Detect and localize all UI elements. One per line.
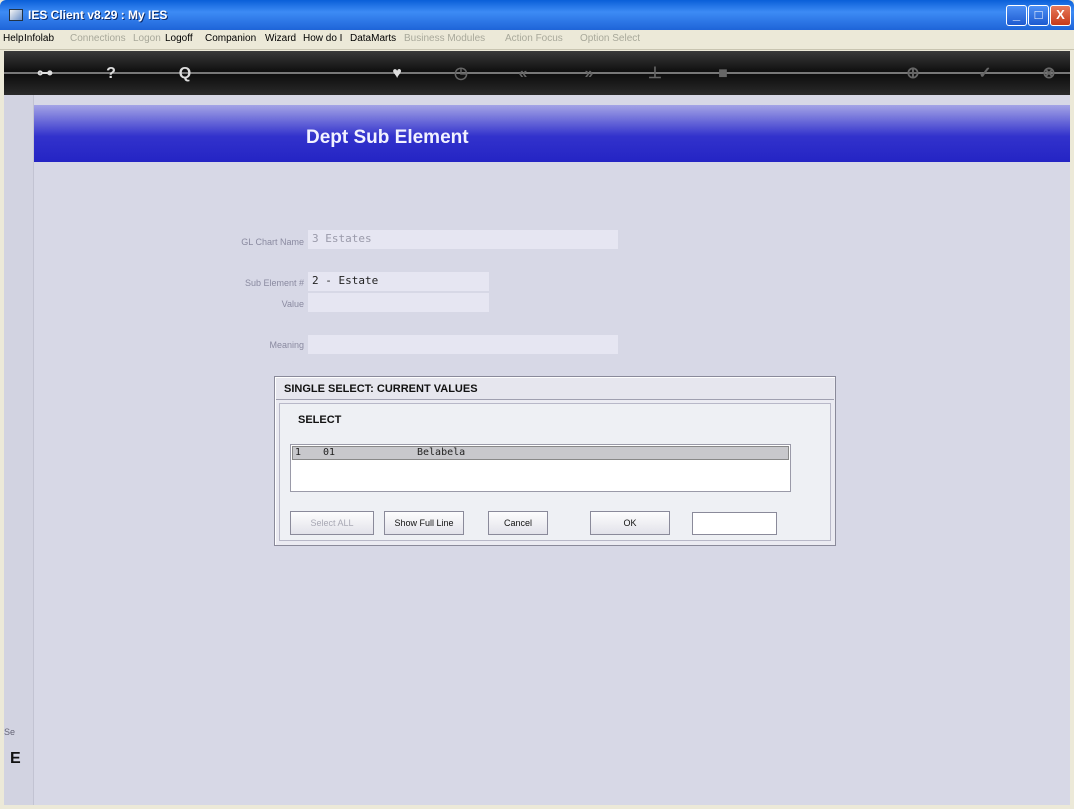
cancel-button[interactable]: Cancel — [488, 511, 548, 535]
select-all-button[interactable]: Select ALL — [290, 511, 374, 535]
filter-icon[interactable]: ⊥ — [644, 63, 666, 85]
window-titlebar: IES Client v8.29 : My IES _ □ X — [0, 0, 1074, 30]
meaning-label: Meaning — [269, 340, 304, 350]
menu-datamarts[interactable]: DataMarts — [350, 33, 396, 44]
ok-icon[interactable]: ✓ — [974, 63, 996, 85]
row-name: Belabela — [417, 447, 466, 458]
left-strip-label: Se — [4, 727, 16, 737]
maximize-button[interactable]: □ — [1028, 5, 1049, 26]
menu-wizard[interactable]: Wizard — [265, 33, 296, 44]
ok-button[interactable]: OK — [590, 511, 670, 535]
menu-option-select[interactable]: Option Select — [580, 33, 640, 44]
list-item[interactable]: 1 01 Belabela — [292, 446, 789, 460]
menu-help[interactable]: Help — [3, 33, 24, 44]
menu-companion[interactable]: Companion — [205, 33, 256, 44]
menu-infolab[interactable]: Infolab — [24, 33, 54, 44]
back-icon[interactable]: « — [512, 63, 534, 85]
app-area: Se E Dept Sub Element GL Chart Name 3 Es… — [4, 95, 1070, 805]
meaning-field[interactable] — [308, 335, 618, 354]
page-header: Dept Sub Element — [34, 105, 1070, 162]
value-field[interactable] — [308, 293, 489, 312]
page-title: Dept Sub Element — [306, 127, 469, 148]
clock-icon[interactable]: ◷ — [450, 63, 472, 85]
row-code: 01 — [323, 447, 336, 458]
gl-chart-name-label: GL Chart Name — [241, 237, 304, 247]
menu-business-modules[interactable]: Business Modules — [404, 33, 485, 44]
value-label: Value — [281, 299, 304, 309]
help-icon[interactable]: ? — [100, 63, 122, 85]
menu-logoff[interactable]: Logoff — [165, 33, 193, 44]
toolbar: ⊶ ? Q ♥ ◷ « » ⊥ ■ ⊕ ✓ ⊗ — [4, 51, 1070, 95]
close-icon[interactable]: ⊗ — [1038, 63, 1060, 85]
app-icon — [9, 9, 23, 21]
stop-icon[interactable]: ■ — [712, 63, 734, 85]
left-strip-glyph[interactable]: E — [10, 750, 21, 768]
menu-logon[interactable]: Logon — [133, 33, 161, 44]
dialog-title: SINGLE SELECT: CURRENT VALUES — [276, 378, 834, 400]
row-index: 1 — [295, 447, 302, 458]
heart-icon[interactable]: ♥ — [386, 63, 408, 85]
cancel-icon[interactable]: ⊕ — [902, 63, 924, 85]
window-title: IES Client v8.29 : My IES — [28, 8, 168, 22]
menu-action-focus[interactable]: Action Focus — [505, 33, 563, 44]
search-icon[interactable]: Q — [174, 63, 196, 85]
menu-how-do-i[interactable]: How do I — [303, 33, 342, 44]
single-select-dialog: SINGLE SELECT: CURRENT VALUES SELECT 1 0… — [274, 376, 836, 546]
forward-icon[interactable]: » — [578, 63, 600, 85]
select-header: SELECT — [298, 414, 342, 426]
menu-bar: Help Infolab Connections Logon Logoff Co… — [0, 30, 1074, 50]
gl-chart-name-field[interactable]: 3 Estates — [308, 230, 618, 249]
key-icon[interactable]: ⊶ — [34, 63, 56, 85]
dialog-body: SELECT 1 01 Belabela Select ALL Show Ful… — [279, 403, 831, 541]
menu-connections[interactable]: Connections — [70, 33, 126, 44]
minimize-button[interactable]: _ — [1006, 5, 1027, 26]
sub-element-field[interactable]: 2 - Estate — [308, 272, 489, 291]
close-window-button[interactable]: X — [1050, 5, 1071, 26]
show-full-line-button[interactable]: Show Full Line — [384, 511, 464, 535]
left-strip: Se E — [4, 95, 34, 805]
sub-element-label: Sub Element # — [244, 278, 304, 288]
search-input[interactable] — [692, 512, 777, 535]
values-list[interactable]: 1 01 Belabela — [290, 444, 791, 492]
